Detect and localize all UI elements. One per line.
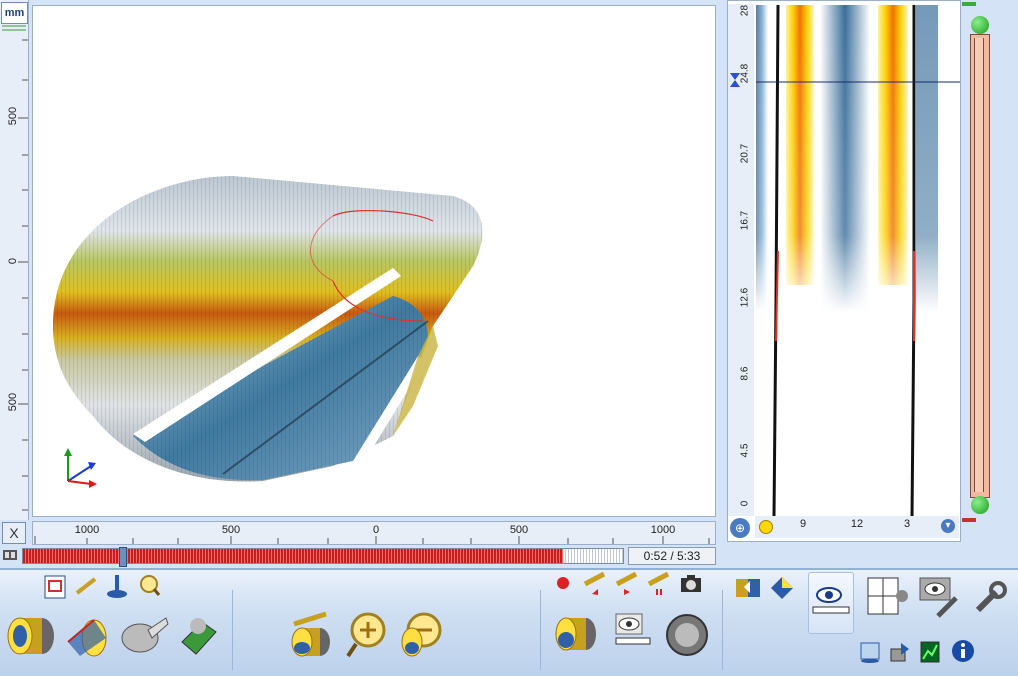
clock-ruler-label: 3: [903, 518, 911, 530]
pipe-grid-icon[interactable]: [176, 612, 222, 660]
vertical-ruler-label: 500: [7, 106, 19, 126]
swap-views-icon[interactable]: [734, 574, 762, 602]
depth-ruler-label: 28: [739, 4, 751, 17]
slider-bottom-handle[interactable]: [971, 496, 989, 514]
depth-ruler-label: 12.6: [739, 287, 751, 308]
green-signal-icon[interactable]: [918, 640, 942, 664]
depth-ruler-label: 8.6: [739, 366, 751, 381]
timeline-handle[interactable]: [119, 547, 127, 567]
timeline-played: [23, 549, 563, 563]
depth-ruler-label: 16.7: [739, 210, 751, 231]
pipe-measure-icon[interactable]: [288, 610, 336, 658]
bscan-panel[interactable]: [727, 0, 961, 542]
bscan-clock-ruler: 9 12 3 ▾: [755, 516, 959, 538]
horizontal-ruler-label: 1000: [74, 524, 100, 536]
pipe-3d-render[interactable]: [33, 6, 715, 516]
toolbar-separator: [540, 590, 541, 670]
eye-ruler-icon[interactable]: [612, 612, 652, 652]
toolbar-separator: [232, 590, 233, 670]
depth-ruler-label: 20.7: [739, 143, 751, 164]
eye-settings-icon[interactable]: [918, 576, 962, 620]
horizontal-ruler-label: 500: [509, 524, 529, 536]
depth-ruler-label: 0: [739, 500, 751, 507]
pipe-3d-viewport[interactable]: [32, 5, 716, 517]
report-icon[interactable]: [42, 574, 68, 600]
clock-origin-icon[interactable]: [759, 520, 773, 534]
horizontal-ruler: 1000 500 0 500 1000: [32, 521, 716, 545]
cross-section-icon[interactable]: [664, 612, 710, 658]
export-icon[interactable]: [888, 640, 912, 664]
joystick-icon[interactable]: [104, 572, 130, 600]
pipe-segment-icon[interactable]: [74, 574, 98, 598]
horizontal-ruler-label: 500: [221, 524, 241, 536]
bscan-image[interactable]: [728, 1, 960, 541]
slider-top-handle[interactable]: [971, 16, 989, 34]
axis-triad-icon: [64, 448, 97, 488]
toolbar-separator: [722, 590, 723, 670]
range-bottom-marker: [962, 518, 976, 522]
bscan-range-slider[interactable]: [968, 30, 990, 500]
vertical-ruler-label: 500: [7, 392, 19, 412]
hand-measure-icon[interactable]: [118, 610, 170, 658]
rewind-icon[interactable]: [582, 570, 608, 596]
play-icon[interactable]: [614, 570, 640, 596]
layers-icon[interactable]: [768, 574, 796, 602]
timeline-remaining: [563, 549, 623, 563]
vertical-ruler-label: 0: [7, 257, 19, 265]
pipe-3d-view-icon[interactable]: [6, 610, 58, 662]
eye-ruler-active-button[interactable]: [808, 572, 854, 634]
camera-snapshot-icon[interactable]: [678, 570, 704, 596]
zoom-pipe-icon[interactable]: [136, 572, 162, 598]
range-top-marker: [962, 2, 976, 6]
info-icon[interactable]: [950, 638, 976, 664]
units-label[interactable]: mm: [1, 2, 28, 24]
clock-grid-icon[interactable]: [866, 576, 912, 616]
depth-ruler-label: 4.5: [739, 443, 751, 458]
horizontal-ruler-label: 1000: [650, 524, 676, 536]
horizontal-ruler-label: 0: [372, 524, 380, 536]
zoom-out-pipe-icon[interactable]: [398, 608, 448, 660]
eye-ruler-active-icon: [812, 587, 850, 614]
pipe-color-icon[interactable]: [552, 612, 600, 658]
wrench-icon[interactable]: [970, 578, 1010, 618]
pause-icon[interactable]: [646, 570, 672, 596]
sync-icon[interactable]: [858, 640, 882, 664]
zoom-in-pipe-icon[interactable]: [344, 608, 394, 660]
chevron-down-icon[interactable]: ▾: [941, 519, 955, 533]
record-icon[interactable]: [554, 574, 572, 592]
crosshair-icon[interactable]: ⊕: [730, 518, 750, 538]
close-button[interactable]: X: [2, 522, 26, 544]
film-strip-icon[interactable]: [2, 548, 18, 562]
depth-ruler-label: 24.8: [739, 63, 751, 84]
clock-ruler-label: 12: [850, 518, 864, 530]
pipe-unroll-icon[interactable]: [64, 612, 112, 660]
time-display: 0:52 / 5:33: [628, 547, 716, 565]
clock-ruler-label: 9: [799, 518, 807, 530]
playback-timeline[interactable]: [22, 547, 624, 567]
